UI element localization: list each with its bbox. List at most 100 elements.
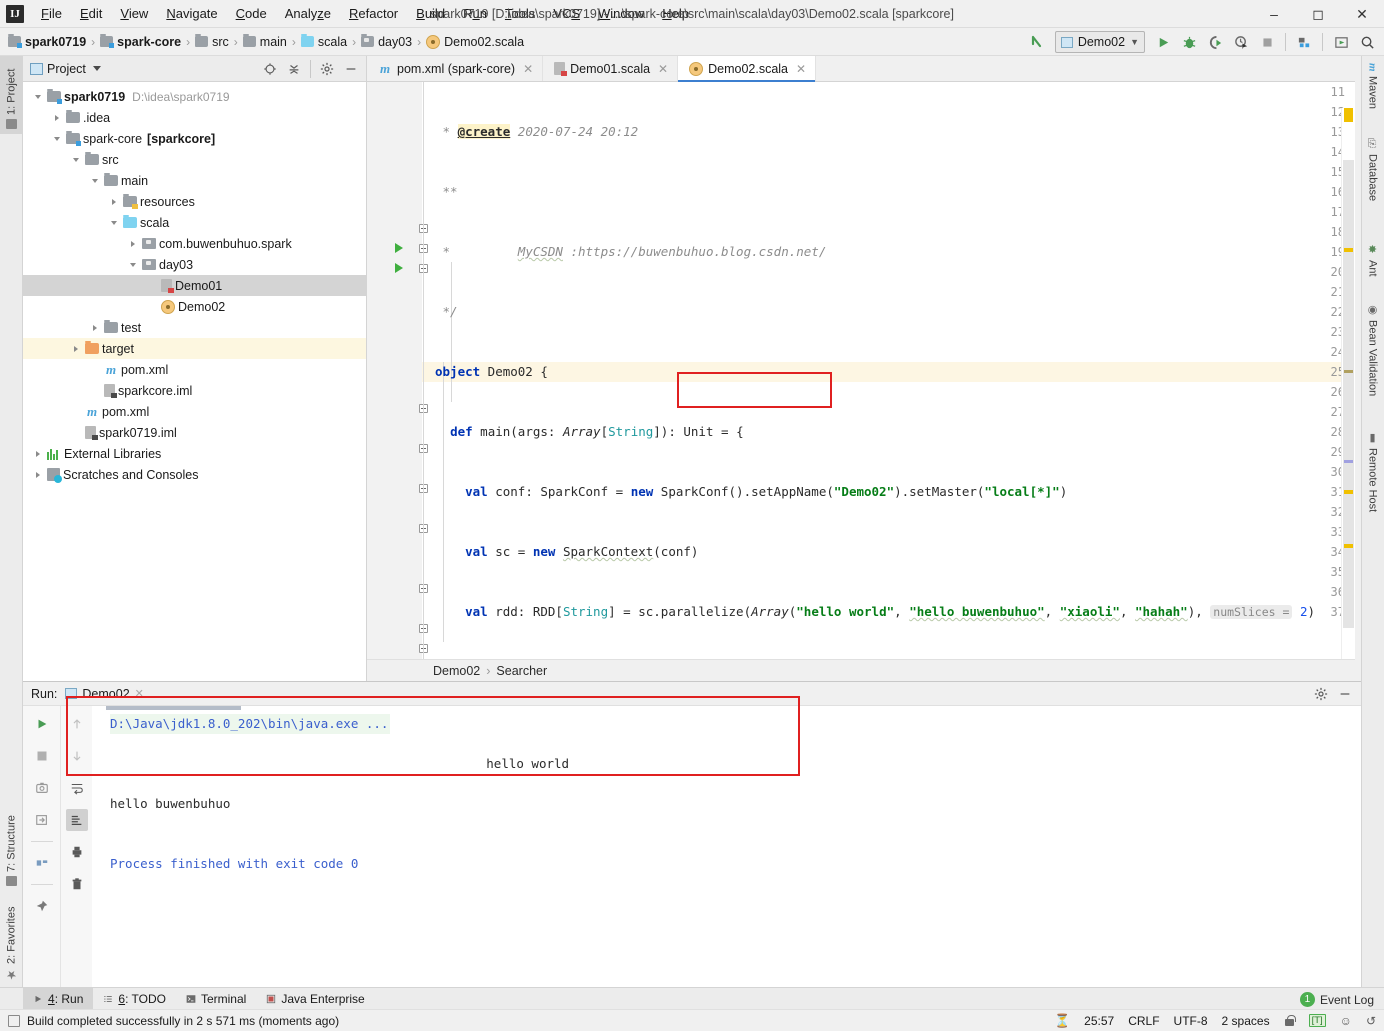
bottom-tab-todo[interactable]: 6: TODO: [93, 988, 176, 1010]
stop-icon[interactable]: [31, 745, 53, 767]
run-icon[interactable]: [1152, 31, 1174, 53]
profile-icon[interactable]: [1230, 31, 1252, 53]
chevron-down-icon[interactable]: [92, 66, 101, 71]
run-tab-demo02[interactable]: Demo02 ✕: [65, 687, 144, 701]
expand-arrow-icon[interactable]: [31, 451, 45, 457]
stripe-marker-info[interactable]: [1344, 370, 1353, 373]
close-icon[interactable]: ✕: [796, 62, 806, 76]
breadcrumb-src[interactable]: src: [195, 34, 229, 49]
console-output[interactable]: D:\Java\jdk1.8.0_202\bin\java.exe ... he…: [92, 706, 1361, 988]
breadcrumb-demo02-scala[interactable]: Demo02.scala: [426, 34, 524, 49]
sidebar-item-favorites[interactable]: ★ 2: Favorites: [0, 895, 23, 987]
ide-features-icon[interactable]: ↺: [1366, 1014, 1376, 1028]
pin-icon[interactable]: [31, 895, 53, 917]
menu-window[interactable]: Window: [589, 2, 653, 25]
expand-arrow-icon[interactable]: [50, 115, 64, 121]
menu-code[interactable]: Code: [227, 2, 276, 25]
collapse-arrow-icon[interactable]: [107, 221, 121, 225]
bottom-tab-run[interactable]: 4: Run: [23, 987, 94, 1010]
stop-icon[interactable]: [1256, 31, 1278, 53]
memory-indicator-icon[interactable]: ⏳: [1054, 1013, 1070, 1029]
down-icon[interactable]: [66, 745, 88, 767]
close-button[interactable]: ✕: [1340, 0, 1384, 28]
breadcrumb-day03[interactable]: day03: [361, 34, 412, 49]
hector-icon[interactable]: ☺: [1340, 1014, 1352, 1028]
gear-icon[interactable]: [316, 58, 338, 80]
breadcrumb-spark0719[interactable]: spark0719: [8, 34, 86, 49]
translate-icon[interactable]: [T]: [1308, 1014, 1326, 1027]
sidebar-item-remote-host[interactable]: ▮ Remote Host: [1361, 426, 1384, 517]
menu-navigate[interactable]: Navigate: [157, 2, 226, 25]
bottom-tab-java-enterprise[interactable]: Java Enterprise: [256, 988, 374, 1010]
tree-node-day03[interactable]: day03: [23, 254, 366, 275]
collapse-arrow-icon[interactable]: [50, 137, 64, 141]
menu-edit[interactable]: Edit: [71, 2, 111, 25]
menu-vcs[interactable]: VCS: [544, 2, 589, 25]
tab-demo02-scala[interactable]: Demo02.scala ✕: [678, 56, 817, 82]
update-icon[interactable]: [1330, 31, 1352, 53]
code-editor[interactable]: 11 12 13 14 15 16 17 18 19 20 21 22 23 24 25 26 27 28 29 30…: [367, 82, 1355, 662]
collapse-arrow-icon[interactable]: [31, 95, 45, 99]
breadcrumb-main[interactable]: main: [242, 34, 287, 49]
stripe-marker-occurrence[interactable]: [1344, 460, 1353, 463]
tree-node-pom-xml[interactable]: m pom.xml: [23, 401, 366, 422]
up-icon[interactable]: [66, 713, 88, 735]
sidebar-item-project[interactable]: 1: Project: [0, 56, 23, 134]
scrollbar-thumb[interactable]: [1343, 160, 1354, 628]
tree-node-demo02[interactable]: Demo02: [23, 296, 366, 317]
stripe-marker-warning[interactable]: [1344, 248, 1353, 252]
breadcrumb-searcher[interactable]: Searcher: [496, 664, 547, 678]
breadcrumb-demo02[interactable]: Demo02: [433, 664, 480, 678]
tree-node-scratches-and-consoles[interactable]: Scratches and Consoles: [23, 464, 366, 485]
gear-icon[interactable]: [1311, 684, 1331, 704]
caret-position[interactable]: 25:57: [1084, 1014, 1114, 1028]
run-configuration-selector[interactable]: Demo02 ▼: [1054, 31, 1145, 53]
print-icon[interactable]: [66, 841, 88, 863]
select-opened-file-icon[interactable]: [259, 58, 281, 80]
rerun-icon[interactable]: [31, 713, 53, 735]
breadcrumb-scala[interactable]: scala: [300, 34, 347, 49]
tab-demo01-scala[interactable]: Demo01.scala ✕: [543, 56, 679, 81]
tree-node-main[interactable]: main: [23, 170, 366, 191]
dump-threads-icon[interactable]: [31, 777, 53, 799]
close-icon[interactable]: ✕: [135, 687, 144, 700]
expand-arrow-icon[interactable]: [31, 472, 45, 478]
stripe-marker-warning[interactable]: [1344, 544, 1353, 548]
expand-arrow-icon[interactable]: [107, 199, 121, 205]
menu-analyze[interactable]: Analyze: [276, 2, 340, 25]
close-icon[interactable]: ✕: [523, 62, 533, 76]
lock-icon[interactable]: [1284, 1014, 1296, 1027]
line-separator[interactable]: CRLF: [1128, 1014, 1159, 1028]
sidebar-item-maven[interactable]: m Maven: [1361, 58, 1384, 114]
tree-node-resources[interactable]: resources: [23, 191, 366, 212]
editor-gutter[interactable]: [367, 82, 422, 662]
tree-node-scala[interactable]: scala: [23, 212, 366, 233]
maximize-button[interactable]: ◻: [1296, 0, 1340, 28]
hide-panel-icon[interactable]: [1335, 684, 1355, 704]
tree-node-spark-core[interactable]: spark-core [sparkcore]: [23, 128, 366, 149]
menu-refactor[interactable]: Refactor: [340, 2, 407, 25]
collapse-all-icon[interactable]: [283, 58, 305, 80]
run-object-gutter-icon[interactable]: [395, 243, 403, 253]
tree-node-sparkcore-iml[interactable]: sparkcore.iml: [23, 380, 366, 401]
tree-node-target[interactable]: target: [23, 338, 366, 359]
tree-node-com-buwenbuhuo-spark[interactable]: com.buwenbuhuo.spark: [23, 233, 366, 254]
bottom-tab-terminal[interactable]: Terminal: [176, 988, 256, 1010]
back-arrow-icon[interactable]: [1026, 31, 1048, 53]
layout-icon[interactable]: [31, 852, 53, 874]
menu-file[interactable]: File: [32, 2, 71, 25]
minimize-button[interactable]: –: [1252, 0, 1296, 28]
scroll-to-end-icon[interactable]: [65, 809, 88, 831]
breadcrumb-spark-core[interactable]: spark-core: [100, 34, 181, 49]
tree-node-spark0719[interactable]: spark0719 D:\idea\spark0719: [23, 86, 366, 107]
tree-node-src[interactable]: src: [23, 149, 366, 170]
close-icon[interactable]: ✕: [658, 62, 668, 76]
menu-run[interactable]: Run: [454, 2, 496, 25]
sidebar-item-database[interactable]: ⎘ Database: [1361, 134, 1384, 206]
run-main-gutter-icon[interactable]: [395, 263, 403, 273]
run-coverage-icon[interactable]: [1204, 31, 1226, 53]
tree-node-demo01[interactable]: Demo01: [23, 275, 366, 296]
sidebar-item-bean-validation[interactable]: ◉ Bean Validation: [1361, 298, 1384, 401]
tree-node-test[interactable]: test: [23, 317, 366, 338]
error-stripe[interactable]: [1341, 108, 1355, 662]
